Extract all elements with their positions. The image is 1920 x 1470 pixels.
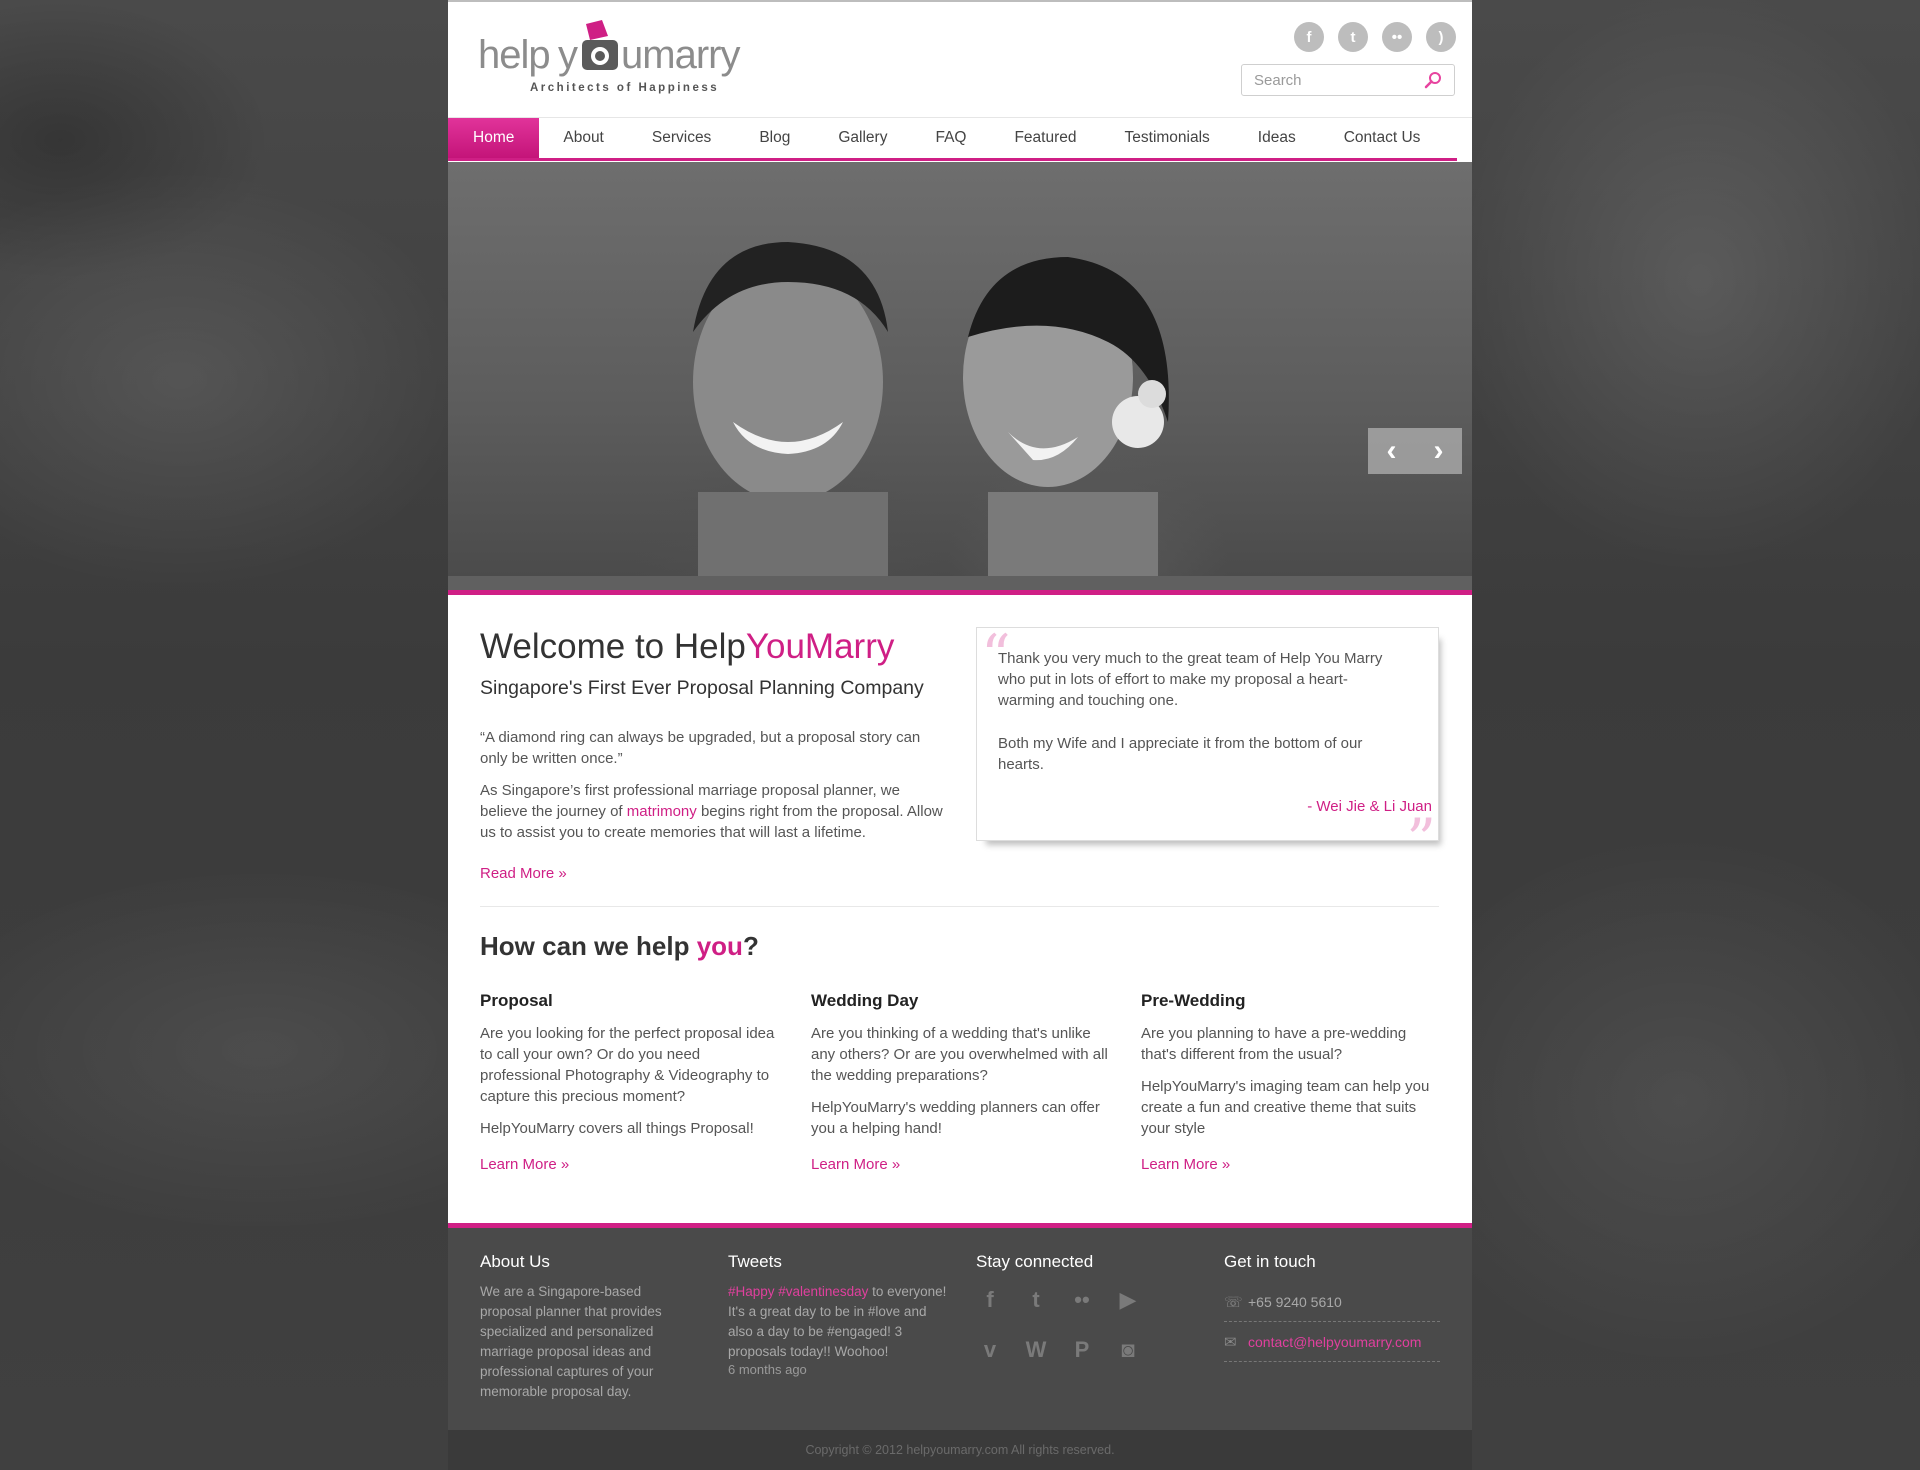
page: help y umarry Architects of Happiness f … xyxy=(448,0,1472,1470)
svg-text:help: help xyxy=(478,33,550,77)
flickr-icon[interactable]: •• xyxy=(1382,22,1412,52)
nav-ideas[interactable]: Ideas xyxy=(1234,118,1320,158)
service-title: Pre-Wedding xyxy=(1141,991,1246,1010)
hero-bottom-strip xyxy=(448,576,1472,590)
phone-icon: ☏ xyxy=(1224,1293,1243,1311)
nav-contact-us[interactable]: Contact Us xyxy=(1320,118,1445,158)
nav-testimonials[interactable]: Testimonials xyxy=(1101,118,1234,158)
nav-featured[interactable]: Featured xyxy=(990,118,1100,158)
nav-faq[interactable]: FAQ xyxy=(911,118,990,158)
email-link[interactable]: contact@helpyoumarry.com xyxy=(1248,1334,1421,1350)
tweet-text: #Happy #valentinesday to everyone! It's … xyxy=(728,1284,947,1359)
wordpress-icon[interactable]: W xyxy=(1022,1336,1050,1364)
matrimony-link[interactable]: matrimony xyxy=(627,803,697,820)
search-icon[interactable] xyxy=(1424,71,1442,89)
main-content: Welcome to HelpYouMarry Singapore's Firs… xyxy=(448,590,1472,1225)
service-desc: Are you looking for the perfect proposal… xyxy=(480,1025,775,1105)
testimonial-text: Thank you very much to the great team of… xyxy=(998,650,1383,709)
search-input[interactable]: Search xyxy=(1241,64,1455,96)
twitter-icon[interactable]: t xyxy=(1022,1286,1050,1314)
service-title: Proposal xyxy=(480,991,553,1010)
facebook-icon[interactable]: f xyxy=(976,1286,1004,1314)
nav-home[interactable]: Home xyxy=(448,118,540,158)
hero-photo: ‹ › xyxy=(448,162,1472,576)
learn-more-prewedding-link[interactable]: Learn More » xyxy=(1141,1156,1230,1173)
footer-touch-title: Get in touch xyxy=(1224,1252,1316,1271)
nav-gallery[interactable]: Gallery xyxy=(814,118,911,158)
search-placeholder: Search xyxy=(1254,71,1302,89)
copyright: Copyright © 2012 helpyoumarry.com All ri… xyxy=(448,1430,1472,1470)
section-divider xyxy=(480,906,1439,907)
welcome-title: Welcome to HelpYouMarry xyxy=(480,627,895,666)
footer-about-text: We are a Singapore-based proposal planne… xyxy=(480,1284,662,1399)
rss-icon[interactable]: ) xyxy=(1426,22,1456,52)
footer-stay-connected: Stay connected f t •• ▶ v W P ◙ xyxy=(976,1252,1196,1364)
service-pre-wedding: Pre-Wedding Are you planning to have a p… xyxy=(1141,991,1441,1173)
svg-text:umarry: umarry xyxy=(621,33,740,77)
footer-tweets: Tweets #Happy #valentinesday to everyone… xyxy=(728,1252,953,1377)
service-proposal: Proposal Are you looking for the perfect… xyxy=(480,991,780,1173)
site-header: help y umarry Architects of Happiness f … xyxy=(448,0,1472,117)
help-title: How can we help you? xyxy=(480,931,759,961)
svg-text:Architects of Happiness: Architects of Happiness xyxy=(530,82,719,94)
testimonial-box: “ Thank you very much to the great team … xyxy=(976,622,1439,874)
welcome-intro: As Singapore’s first professional marria… xyxy=(480,782,943,841)
main-nav: Home About Services Blog Gallery FAQ Fea… xyxy=(448,117,1472,162)
footer-stay-title: Stay connected xyxy=(976,1252,1094,1271)
footer-about-title: About Us xyxy=(480,1252,550,1271)
pinterest-icon[interactable]: P xyxy=(1068,1336,1096,1364)
nav-blog[interactable]: Blog xyxy=(735,118,814,158)
tweet-hashtags-link[interactable]: #Happy #valentinesday xyxy=(728,1284,868,1299)
header-social-links: f t •• ) xyxy=(1294,22,1456,52)
service-wedding-day: Wedding Day Are you thinking of a weddin… xyxy=(811,991,1111,1173)
read-more-link[interactable]: Read More » xyxy=(480,865,567,882)
slider-controls: ‹ › xyxy=(1368,428,1462,474)
learn-more-proposal-link[interactable]: Learn More » xyxy=(480,1156,569,1173)
nav-services[interactable]: Services xyxy=(628,118,735,158)
welcome-quote: “A diamond ring can always be upgraded, … xyxy=(480,729,921,767)
twitter-icon[interactable]: t xyxy=(1338,22,1368,52)
tweet-time: 6 months ago xyxy=(728,1362,807,1377)
slider-next-button[interactable]: › xyxy=(1434,436,1444,466)
site-logo[interactable]: help y umarry Architects of Happiness xyxy=(478,18,788,98)
learn-more-wedding-link[interactable]: Learn More » xyxy=(811,1156,900,1173)
footer-tweets-title: Tweets xyxy=(728,1252,782,1271)
vimeo-icon[interactable]: v xyxy=(976,1336,1004,1364)
youtube-icon[interactable]: ▶ xyxy=(1114,1286,1142,1314)
contact-email: ✉ contact@helpyoumarry.com xyxy=(1224,1322,1440,1362)
welcome-subtitle: Singapore's First Ever Proposal Planning… xyxy=(480,677,924,699)
service-desc-2: HelpYouMarry's wedding planners can offe… xyxy=(811,1099,1100,1137)
instagram-icon[interactable]: ◙ xyxy=(1114,1336,1142,1364)
contact-phone: ☏ +65 9240 5610 xyxy=(1224,1282,1440,1322)
site-footer: About Us We are a Singapore-based propos… xyxy=(448,1223,1472,1430)
service-title: Wedding Day xyxy=(811,991,919,1010)
service-desc-2: HelpYouMarry's imaging team can help you… xyxy=(1141,1078,1430,1137)
quote-close-icon: ” xyxy=(1406,806,1436,874)
service-desc: Are you planning to have a pre-wedding t… xyxy=(1141,1025,1407,1063)
slider-prev-button[interactable]: ‹ xyxy=(1387,436,1397,466)
hero-slider: ‹ › xyxy=(0,162,1920,590)
testimonial-text-2: Both my Wife and I appreciate it from th… xyxy=(998,735,1363,773)
nav-about[interactable]: About xyxy=(539,118,628,158)
mail-icon: ✉ xyxy=(1224,1333,1237,1351)
flickr-icon[interactable]: •• xyxy=(1068,1286,1096,1314)
phone-number: +65 9240 5610 xyxy=(1248,1293,1342,1310)
service-desc-2: HelpYouMarry covers all things Proposal! xyxy=(480,1120,754,1137)
footer-about: About Us We are a Singapore-based propos… xyxy=(480,1252,690,1402)
footer-get-in-touch: Get in touch ☏ +65 9240 5610 ✉ contact@h… xyxy=(1224,1252,1440,1362)
svg-text:y: y xyxy=(558,33,578,77)
facebook-icon[interactable]: f xyxy=(1294,22,1324,52)
service-desc: Are you thinking of a wedding that's unl… xyxy=(811,1025,1108,1084)
